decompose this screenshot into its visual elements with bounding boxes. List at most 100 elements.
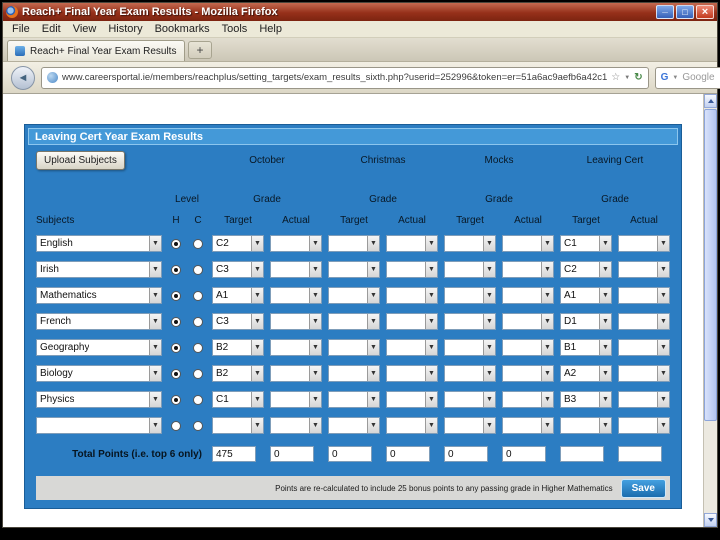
mocks-target-select[interactable] (444, 417, 496, 434)
leaving-cert-actual-select[interactable] (618, 365, 670, 382)
level-h-radio[interactable] (171, 342, 181, 353)
total-points-input[interactable]: 0 (386, 446, 431, 462)
christmas-target-select[interactable] (328, 235, 380, 252)
october-target-select[interactable] (212, 417, 264, 434)
mocks-actual-select[interactable] (502, 287, 554, 304)
total-points-input[interactable]: 0 (270, 446, 315, 462)
total-points-input[interactable]: 0 (502, 446, 547, 462)
october-target-select[interactable]: C3 (212, 261, 264, 278)
mocks-actual-select[interactable] (502, 261, 554, 278)
christmas-actual-select[interactable] (386, 365, 438, 382)
october-target-select[interactable]: B2 (212, 365, 264, 382)
christmas-target-select[interactable] (328, 339, 380, 356)
menu-edit[interactable]: Edit (37, 22, 66, 36)
christmas-actual-select[interactable] (386, 261, 438, 278)
leaving-cert-target-select[interactable]: C2 (560, 261, 612, 278)
october-target-select[interactable]: C2 (212, 235, 264, 252)
level-c-radio[interactable] (193, 290, 203, 301)
mocks-target-select[interactable] (444, 391, 496, 408)
chevron-down-icon[interactable] (624, 75, 630, 81)
october-actual-select[interactable] (270, 365, 322, 382)
christmas-target-select[interactable] (328, 313, 380, 330)
level-h-radio[interactable] (171, 368, 181, 379)
october-actual-select[interactable] (270, 287, 322, 304)
subject-select[interactable]: French (36, 313, 162, 330)
christmas-target-select[interactable] (328, 261, 380, 278)
menu-view[interactable]: View (68, 22, 102, 36)
leaving-cert-target-select[interactable]: C1 (560, 235, 612, 252)
new-tab-button[interactable]: + (188, 41, 212, 59)
total-points-input[interactable] (560, 446, 605, 462)
bookmark-star-icon[interactable] (611, 72, 620, 83)
mocks-actual-select[interactable] (502, 235, 554, 252)
mocks-actual-select[interactable] (502, 417, 554, 434)
leaving-cert-actual-select[interactable] (618, 287, 670, 304)
subject-select[interactable] (36, 417, 162, 434)
level-h-radio[interactable] (171, 316, 181, 327)
menu-bookmarks[interactable]: Bookmarks (150, 22, 215, 36)
save-button[interactable]: Save (620, 478, 666, 498)
maximize-button[interactable] (676, 5, 694, 19)
leaving-cert-actual-select[interactable] (618, 313, 670, 330)
mocks-actual-select[interactable] (502, 313, 554, 330)
level-c-radio[interactable] (193, 342, 203, 353)
mocks-actual-select[interactable] (502, 391, 554, 408)
october-actual-select[interactable] (270, 417, 322, 434)
christmas-actual-select[interactable] (386, 287, 438, 304)
level-c-radio[interactable] (193, 420, 203, 431)
october-target-select[interactable]: A1 (212, 287, 264, 304)
christmas-actual-select[interactable] (386, 391, 438, 408)
leaving-cert-actual-select[interactable] (618, 339, 670, 356)
mocks-target-select[interactable] (444, 235, 496, 252)
october-actual-select[interactable] (270, 313, 322, 330)
mocks-target-select[interactable] (444, 261, 496, 278)
scroll-up-icon[interactable] (704, 94, 717, 108)
total-points-input[interactable]: 475 (212, 446, 257, 462)
christmas-target-select[interactable] (328, 417, 380, 434)
level-h-radio[interactable] (171, 238, 181, 249)
october-actual-select[interactable] (270, 261, 322, 278)
scroll-down-icon[interactable] (704, 513, 717, 527)
total-points-input[interactable]: 0 (444, 446, 489, 462)
october-actual-select[interactable] (270, 339, 322, 356)
mocks-target-select[interactable] (444, 365, 496, 382)
leaving-cert-target-select[interactable]: A1 (560, 287, 612, 304)
christmas-actual-select[interactable] (386, 235, 438, 252)
leaving-cert-target-select[interactable] (560, 417, 612, 434)
scrollbar-thumb[interactable] (704, 109, 717, 421)
search-engine-chevron-icon[interactable] (672, 75, 678, 81)
october-target-select[interactable]: B2 (212, 339, 264, 356)
upload-subjects-button[interactable]: Upload Subjects (36, 151, 125, 170)
leaving-cert-actual-select[interactable] (618, 417, 670, 434)
mocks-actual-select[interactable] (502, 339, 554, 356)
leaving-cert-actual-select[interactable] (618, 391, 670, 408)
menu-tools[interactable]: Tools (217, 22, 253, 36)
level-c-radio[interactable] (193, 394, 203, 405)
close-button[interactable] (696, 5, 714, 19)
subject-select[interactable]: Geography (36, 339, 162, 356)
leaving-cert-actual-select[interactable] (618, 235, 670, 252)
subject-select[interactable]: Biology (36, 365, 162, 382)
subject-select[interactable]: English (36, 235, 162, 252)
level-c-radio[interactable] (193, 368, 203, 379)
level-h-radio[interactable] (171, 264, 181, 275)
christmas-actual-select[interactable] (386, 339, 438, 356)
active-tab[interactable]: Reach+ Final Year Exam Results (7, 40, 185, 61)
menu-file[interactable]: File (7, 22, 35, 36)
reload-icon[interactable] (634, 72, 642, 83)
leaving-cert-target-select[interactable]: D1 (560, 313, 612, 330)
level-h-radio[interactable] (171, 394, 181, 405)
subject-select[interactable]: Irish (36, 261, 162, 278)
christmas-target-select[interactable] (328, 287, 380, 304)
level-h-radio[interactable] (171, 290, 181, 301)
search-bar[interactable]: Google (654, 66, 720, 89)
mocks-actual-select[interactable] (502, 365, 554, 382)
mocks-target-select[interactable] (444, 339, 496, 356)
subject-select[interactable]: Physics (36, 391, 162, 408)
october-actual-select[interactable] (270, 391, 322, 408)
level-c-radio[interactable] (193, 316, 203, 327)
christmas-actual-select[interactable] (386, 313, 438, 330)
level-h-radio[interactable] (171, 420, 181, 431)
total-points-input[interactable]: 0 (328, 446, 373, 462)
christmas-target-select[interactable] (328, 365, 380, 382)
